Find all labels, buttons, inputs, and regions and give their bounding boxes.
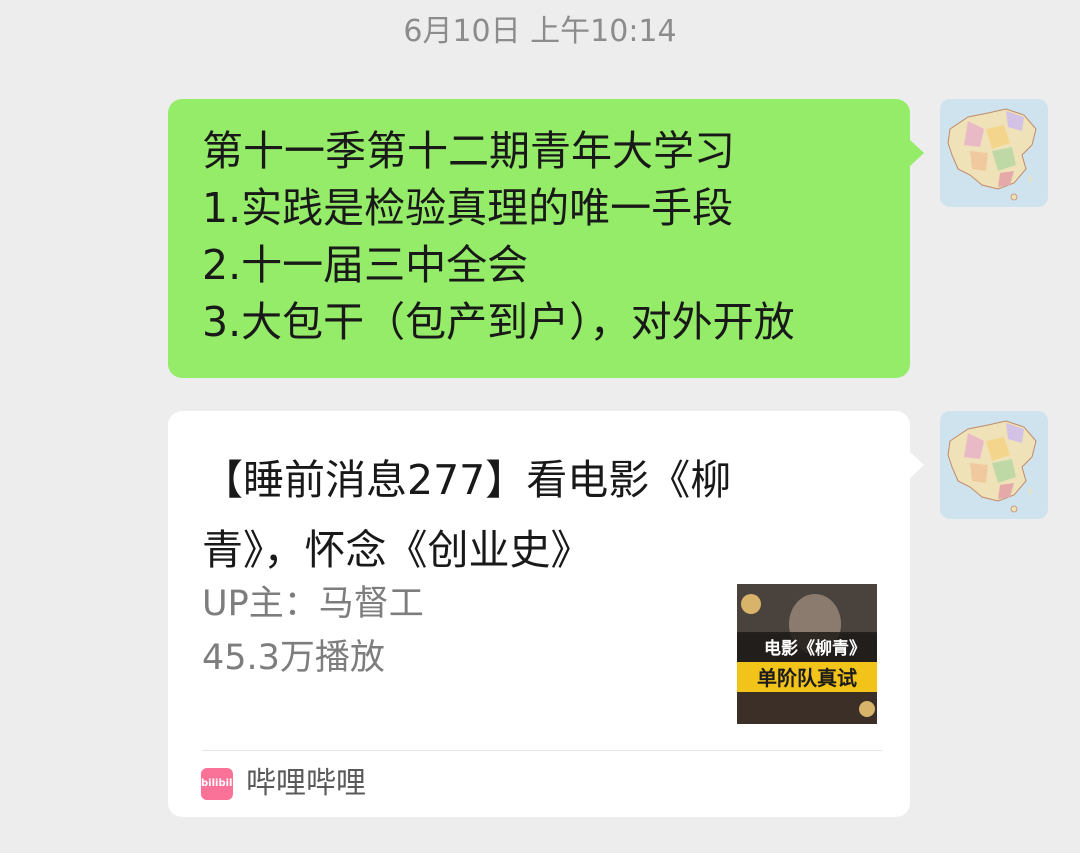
message-line: 3.大包干（包产到户），对外开放 <box>202 298 795 346</box>
china-map-avatar[interactable] <box>940 411 1048 519</box>
message-line: 第十一季第十二期青年大学习 <box>202 127 735 175</box>
card-title: 【睡前消息277】看电影《柳青》，怀念《创业史》 <box>202 456 732 574</box>
thumbnail-title-text: 电影《柳青》 <box>764 638 866 659</box>
source-app-name: 哔哩哔哩 <box>246 766 366 801</box>
thumbnail-subtitle-text: 单阶队真试 <box>757 666 857 690</box>
card-uploader: UP主：马督工 <box>202 584 424 624</box>
message-line: 1.实践是检验真理的唯一手段 <box>202 184 734 232</box>
link-card[interactable]: 【睡前消息277】看电影《柳青》，怀念《创业史》 UP主：马督工 45.3万播放… <box>168 411 924 817</box>
message-line: 2.十一届三中全会 <box>202 241 529 289</box>
card-play-count: 45.3万播放 <box>202 638 385 678</box>
message-timestamp: 6月10日 上午10:14 <box>403 14 677 49</box>
bilibili-icon: bilibili <box>201 768 233 800</box>
china-map-avatar[interactable] <box>940 99 1048 207</box>
sent-text-message[interactable]: 第十一季第十二期青年大学习 1.实践是检验真理的唯一手段 2.十一届三中全会 3… <box>168 99 924 378</box>
card-divider <box>202 750 882 751</box>
video-thumbnail: 电影《柳青》 单阶队真试 <box>737 584 877 724</box>
